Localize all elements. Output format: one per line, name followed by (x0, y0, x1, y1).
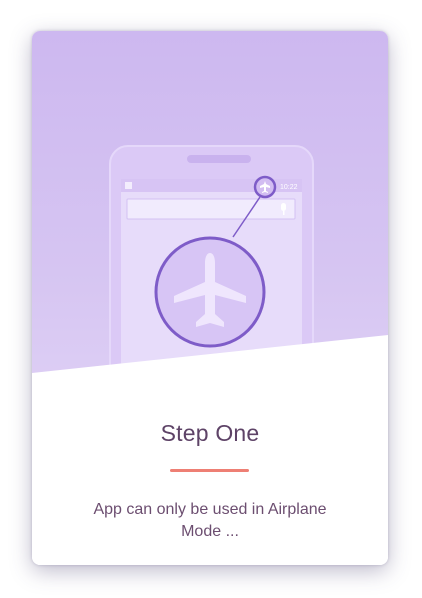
hero-illustration-area: 10:22 (32, 31, 388, 376)
onboarding-card: 10:22 Step One App can only be used in A… (32, 31, 388, 565)
phone-search-bar (126, 198, 296, 220)
phone-earpiece (187, 155, 251, 163)
page: 10:22 Step One App can only be used in A… (0, 0, 422, 598)
title-divider (170, 469, 249, 472)
status-bar-time: 10:22 (280, 184, 298, 191)
phone-illustration: 10:22 (109, 145, 314, 376)
step-content-panel: Step One App can only be used in Airplan… (32, 335, 388, 565)
step-description: App can only be used in Airplane Mode ..… (93, 501, 327, 540)
status-bar-notification-icon (125, 182, 132, 189)
step-title: Step One (160, 420, 260, 446)
